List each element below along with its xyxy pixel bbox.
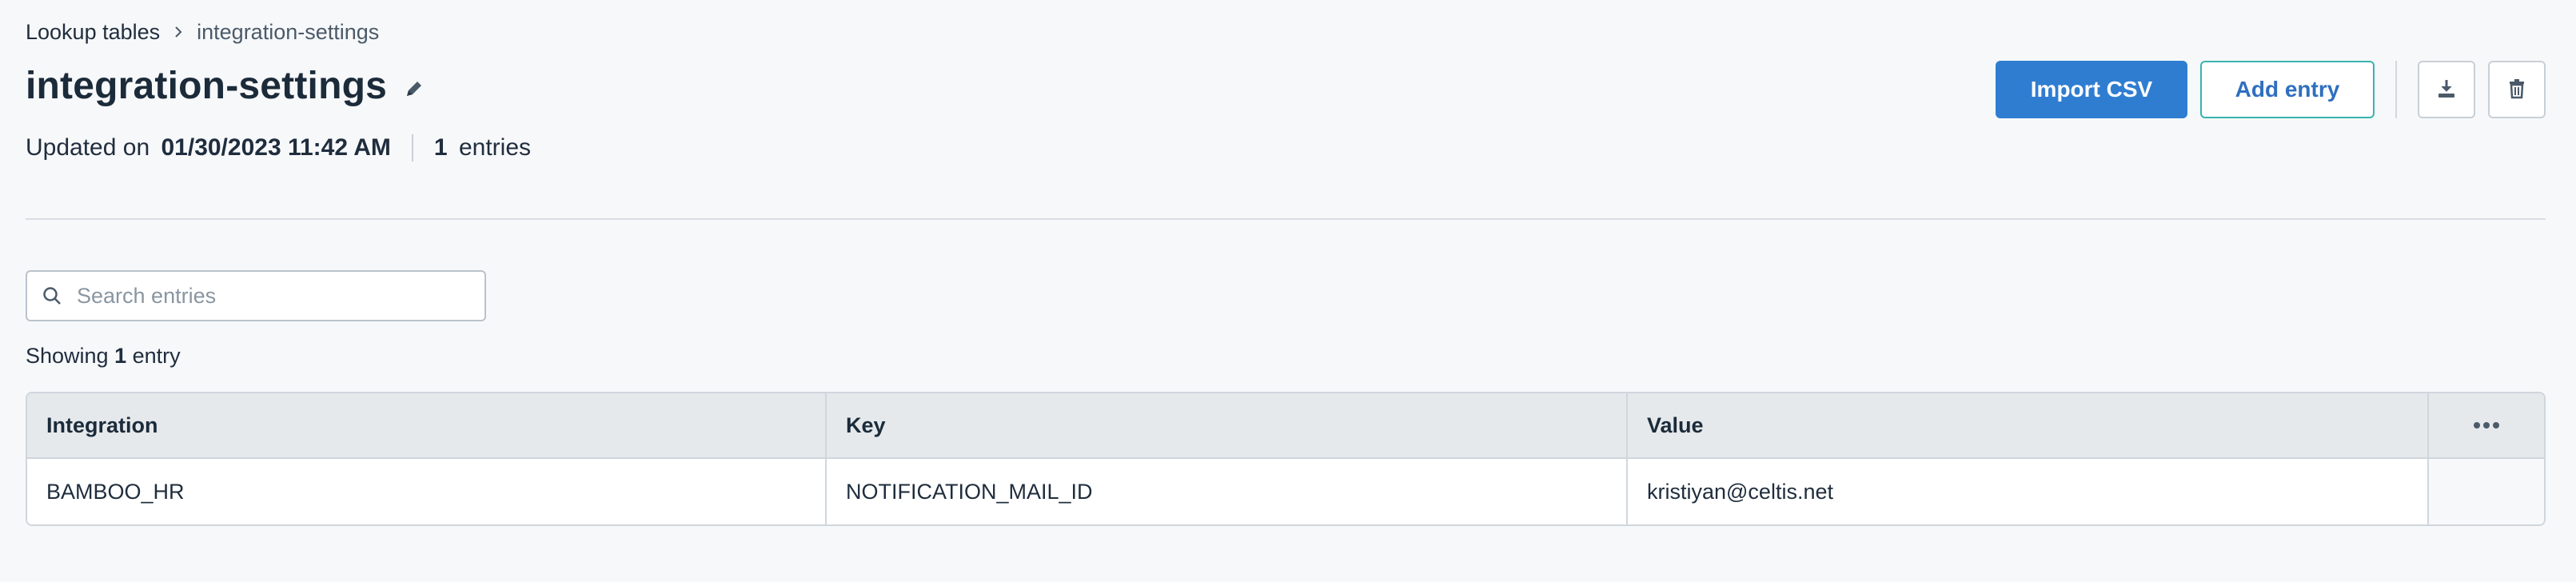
- section-divider: [26, 218, 2546, 220]
- column-options: [2429, 393, 2544, 457]
- pencil-icon[interactable]: [403, 78, 425, 100]
- header-actions: Import CSV Add entry: [1996, 61, 2546, 118]
- breadcrumb: Lookup tables integration-settings: [26, 18, 379, 46]
- updated-info: Updated on 01/30/2023 11:42 AM: [26, 134, 391, 161]
- trash-icon: [2505, 77, 2529, 103]
- page-title: integration-settings: [26, 65, 388, 107]
- search-input[interactable]: [77, 283, 477, 309]
- cell-integration: BAMBOO_HR: [27, 459, 827, 524]
- actions-divider: [2395, 61, 2397, 118]
- search-icon: [42, 285, 62, 306]
- breadcrumb-current: integration-settings: [197, 20, 380, 44]
- chevron-right-icon: [171, 25, 185, 39]
- results-prefix: Showing: [26, 344, 109, 368]
- entries-info: 1 entries: [434, 134, 531, 161]
- import-csv-button[interactable]: Import CSV: [1996, 61, 2187, 118]
- breadcrumb-lookup-tables-link[interactable]: Lookup tables: [26, 18, 160, 46]
- results-count: 1: [114, 344, 127, 368]
- search-box: [26, 270, 486, 321]
- table-meta: Updated on 01/30/2023 11:42 AM 1 entries: [26, 134, 531, 161]
- entries-label: entries: [458, 134, 531, 161]
- results-suffix: entry: [132, 344, 181, 368]
- meta-divider: [411, 134, 413, 161]
- table-header-row: Integration Key Value: [27, 393, 2544, 459]
- row-actions-cell: [2429, 459, 2544, 524]
- column-header-integration[interactable]: Integration: [27, 393, 827, 457]
- results-summary: Showing 1 entry: [26, 344, 181, 369]
- table-row[interactable]: BAMBOO_HR NOTIFICATION_MAIL_ID kristiyan…: [27, 459, 2544, 524]
- updated-prefix: Updated on: [26, 134, 150, 161]
- cell-key: NOTIFICATION_MAIL_ID: [827, 459, 1628, 524]
- download-icon: [2434, 77, 2458, 103]
- delete-button[interactable]: [2488, 61, 2546, 118]
- entries-count: 1: [433, 134, 448, 161]
- column-header-value[interactable]: Value: [1628, 393, 2429, 457]
- download-button[interactable]: [2418, 61, 2475, 118]
- lookup-table-page: Lookup tables integration-settings integ…: [0, 0, 2576, 582]
- title-row: integration-settings: [26, 64, 425, 108]
- more-horizontal-icon[interactable]: [2473, 421, 2500, 429]
- updated-timestamp: 01/30/2023 11:42 AM: [161, 134, 391, 161]
- column-header-key[interactable]: Key: [827, 393, 1628, 457]
- add-entry-button[interactable]: Add entry: [2200, 61, 2375, 118]
- cell-value: kristiyan@celtis.net: [1628, 459, 2429, 524]
- entries-table: Integration Key Value BAMBOO_HR NOTIFICA…: [26, 392, 2546, 526]
